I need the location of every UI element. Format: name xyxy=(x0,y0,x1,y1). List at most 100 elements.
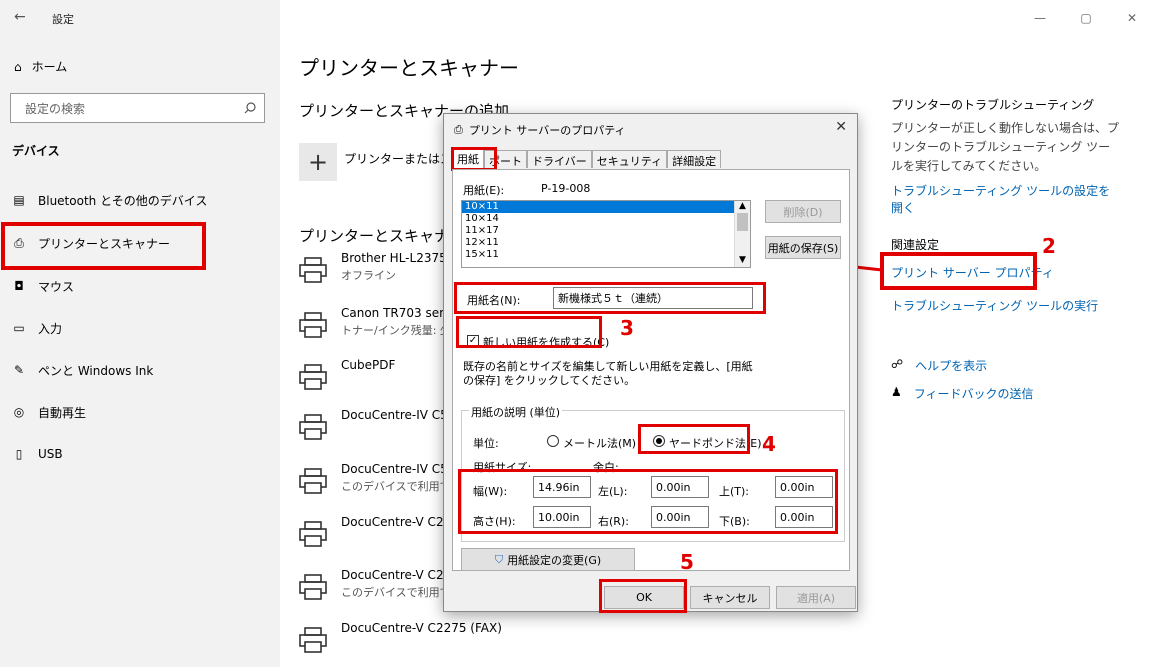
printer-name: DocuCentre-V C2 xyxy=(341,568,444,582)
autoplay-icon: ◎ xyxy=(13,405,25,419)
printer-name: DocuCentre-V C2275 (FAX) xyxy=(341,621,502,635)
printer-small-icon: ⎙ xyxy=(454,123,463,136)
sidebar-item-autoplay[interactable]: ◎ 自動再生 xyxy=(12,401,86,423)
feedback-row[interactable]: ♟ フィードバックの送信 xyxy=(891,385,1121,402)
bluetooth-devices-icon: ▤ xyxy=(13,193,25,207)
minimize-icon[interactable]: — xyxy=(1017,0,1063,36)
maximize-icon[interactable]: ▢ xyxy=(1063,0,1109,36)
page-title: プリンターとスキャナー xyxy=(299,56,519,80)
change-form-settings-button[interactable]: ⛉ 用紙設定の変更(G) xyxy=(461,548,635,571)
pen-icon: ✎ xyxy=(13,363,25,377)
section-devices: デバイス xyxy=(12,144,60,158)
highlight-print-server xyxy=(880,252,1037,290)
forms-value: P-19-008 xyxy=(541,182,591,195)
save-form-button[interactable]: 用紙の保存(S) xyxy=(765,236,841,259)
form-list-item[interactable]: 10×11 xyxy=(462,201,750,213)
sidebar: ← 設定 ⌂ ホーム 設定の検索 デバイス ▤ Bluetooth とその他のデ… xyxy=(0,0,280,667)
tab-advanced[interactable]: 詳細設定 xyxy=(667,150,722,168)
metric-label[interactable]: メートル法(M) xyxy=(563,435,636,451)
scrollbar[interactable]: ▲ ▼ xyxy=(734,201,750,267)
highlight-forms-tab xyxy=(451,147,497,171)
highlight-imperial xyxy=(638,424,750,454)
sidebar-item-input[interactable]: ▭ 入力 xyxy=(12,317,62,339)
highlight-size-fields xyxy=(458,469,838,534)
feedback-link[interactable]: フィードバックの送信 xyxy=(914,385,1034,402)
home-icon: ⌂ xyxy=(14,59,22,74)
form-list-item[interactable]: 15×11 xyxy=(462,249,750,261)
scroll-thumb[interactable] xyxy=(737,213,748,231)
printer-name: Canon TR703 seri xyxy=(341,306,448,320)
printer-name: DocuCentre-IV C5 xyxy=(341,462,448,476)
highlight-ok xyxy=(599,579,687,613)
help-row[interactable]: ☍ ヘルプを表示 xyxy=(891,357,1121,374)
tab-drivers[interactable]: ドライバー xyxy=(527,150,592,168)
sidebar-item-label: マウス xyxy=(38,279,75,294)
form-list-item[interactable]: 12×11 xyxy=(462,237,750,249)
highlight-create-checkbox xyxy=(456,316,602,348)
printer-name: CubePDF xyxy=(341,358,396,372)
help-icon: ☍ xyxy=(891,357,904,371)
printer-icon xyxy=(299,468,327,494)
forms-listbox[interactable]: 10×11 10×14 11×17 12×11 15×11 ▲ ▼ xyxy=(461,200,751,268)
tab-security[interactable]: セキュリティ xyxy=(591,150,668,168)
annotation-2: 2 xyxy=(1042,234,1056,258)
add-printer-button[interactable]: + xyxy=(299,143,337,181)
printers-heading: プリンターとスキャナー xyxy=(299,227,465,245)
scroll-down-icon[interactable]: ▼ xyxy=(735,255,750,265)
sidebar-item-mouse[interactable]: ◘ マウス xyxy=(12,275,74,297)
related-heading: 関連設定 xyxy=(891,238,940,252)
sidebar-item-bluetooth[interactable]: ▤ Bluetooth とその他のデバイス xyxy=(12,189,207,211)
search-placeholder: 設定の検索 xyxy=(25,101,86,116)
sidebar-item-label: Bluetooth とその他のデバイス xyxy=(38,193,208,208)
sidebar-item-label: ペンと Windows Ink xyxy=(38,363,154,378)
form-hint: 既存の名前とサイズを編集して新しい用紙を定義し、[用紙の保存] をクリックしてく… xyxy=(463,360,753,387)
dialog-title-text: プリント サーバーのプロパティ xyxy=(468,124,626,137)
printer-status: このデバイスで利用で xyxy=(341,480,451,493)
annotation-3: 3 xyxy=(620,316,634,340)
sidebar-item-label: 入力 xyxy=(38,321,63,336)
run-troubleshoot-link[interactable]: トラブルシューティング ツールの実行 xyxy=(891,297,1121,314)
printer-icon xyxy=(299,257,327,283)
dialog-title: ⎙ プリント サーバーのプロパティ xyxy=(454,122,626,138)
back-arrow-icon[interactable]: ← xyxy=(14,9,26,25)
printer-status: このデバイスで利用で xyxy=(341,586,451,599)
highlight-printers xyxy=(1,222,206,270)
sidebar-item-usb[interactable]: ▯ USB xyxy=(12,443,63,465)
printer-icon xyxy=(299,364,327,390)
usb-icon: ▯ xyxy=(15,447,23,461)
nav-home[interactable]: ⌂ ホーム xyxy=(14,58,67,75)
troubleshoot-link[interactable]: トラブルシューティング ツールの設定を開く xyxy=(891,182,1121,216)
apply-button[interactable]: 適用(A) xyxy=(776,586,856,609)
highlight-form-name xyxy=(454,282,766,314)
printer-name: DocuCentre-IV C5 xyxy=(341,408,448,422)
app-title: 設定 xyxy=(52,13,74,26)
printer-icon xyxy=(299,521,327,547)
printer-icon xyxy=(299,574,327,600)
sidebar-item-pen[interactable]: ✎ ペンと Windows Ink xyxy=(12,359,153,381)
close-icon[interactable]: ✕ xyxy=(835,119,847,135)
sidebar-item-label: USB xyxy=(38,447,63,461)
form-list-item[interactable]: 10×14 xyxy=(462,213,750,225)
form-list-item[interactable]: 11×17 xyxy=(462,225,750,237)
printer-icon xyxy=(299,414,327,440)
metric-radio[interactable] xyxy=(547,435,559,447)
window-controls: — ▢ ✕ xyxy=(1017,0,1155,36)
keyboard-icon: ▭ xyxy=(13,321,25,335)
forms-label: 用紙(E): xyxy=(463,184,505,197)
help-link[interactable]: ヘルプを表示 xyxy=(915,357,987,374)
printer-name: Brother HL-L2375 xyxy=(341,251,447,265)
shield-icon: ⛉ xyxy=(494,552,504,566)
sidebar-item-label: 自動再生 xyxy=(38,405,87,420)
annotation-4: 4 xyxy=(762,432,776,456)
printer-icon xyxy=(299,627,327,653)
search-input[interactable]: 設定の検索 xyxy=(10,93,265,123)
troubleshoot-text: プリンターが正しく動作しない場合は、プリンターのトラブルシューティング ツールを… xyxy=(891,121,1120,173)
delete-button[interactable]: 削除(D) xyxy=(765,200,841,223)
cancel-button[interactable]: キャンセル xyxy=(690,586,770,609)
scroll-up-icon[interactable]: ▲ xyxy=(735,201,750,211)
plus-icon: + xyxy=(307,148,329,176)
feedback-icon: ♟ xyxy=(891,385,902,399)
close-icon[interactable]: ✕ xyxy=(1109,0,1155,36)
printer-name: DocuCentre-V C2 xyxy=(341,515,444,529)
troubleshoot-heading: プリンターのトラブルシューティング xyxy=(891,98,1095,112)
